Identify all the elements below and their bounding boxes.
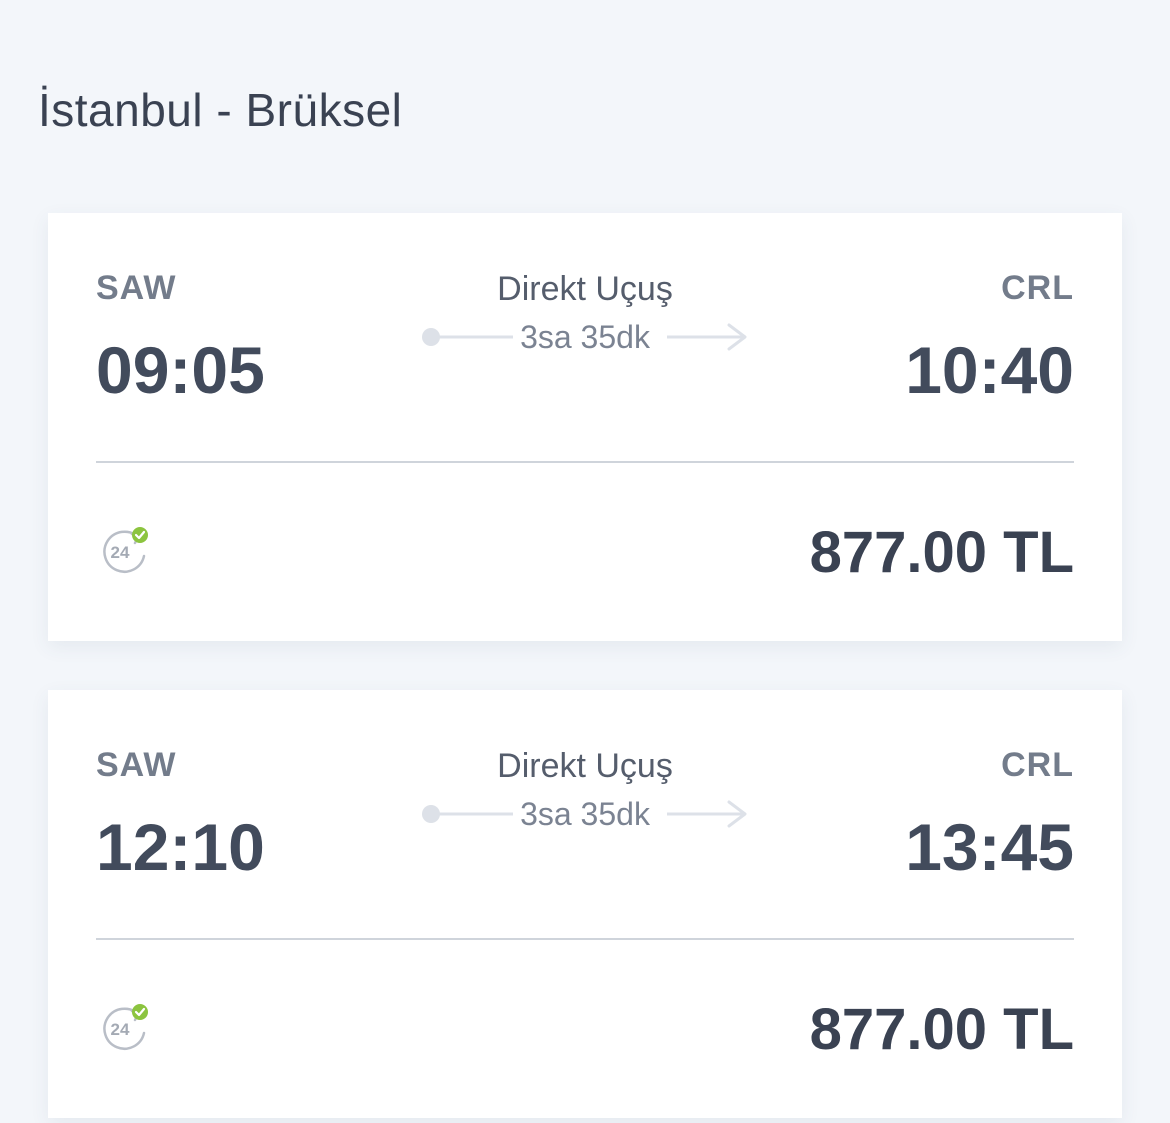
duration-indicator: 3sa 35dk	[421, 792, 749, 836]
svg-text:24: 24	[111, 1020, 130, 1039]
route-title: İstanbul - Brüksel	[38, 84, 403, 136]
arrival-time: 10:40	[905, 333, 1074, 407]
24h-refund-icon: 24	[98, 523, 154, 579]
duration-indicator: 3sa 35dk	[421, 315, 749, 359]
flight-type-label: Direkt Uçuş	[497, 270, 673, 308]
flight-price: 877.00 TL	[809, 520, 1074, 585]
svg-text:24: 24	[111, 543, 130, 562]
flight-card[interactable]: SAW 09:05 Direkt Uçuş 3sa 35dk CRL 10:40…	[48, 213, 1122, 641]
flight-card[interactable]: SAW 12:10 Direkt Uçuş 3sa 35dk CRL 13:45…	[48, 690, 1122, 1118]
arrival-time: 13:45	[905, 810, 1074, 884]
flight-price: 877.00 TL	[809, 997, 1074, 1062]
card-divider	[96, 938, 1074, 940]
arrival-airport-code: CRL	[1001, 269, 1074, 307]
flight-duration: 3sa 35dk	[520, 319, 650, 355]
card-divider	[96, 461, 1074, 463]
24h-refund-icon: 24	[98, 1000, 154, 1056]
flight-results-page: İstanbul - Brüksel SAW 09:05 Direkt Uçuş…	[0, 0, 1170, 1123]
departure-time: 09:05	[96, 333, 265, 407]
flight-type-label: Direkt Uçuş	[497, 747, 673, 785]
flight-duration: 3sa 35dk	[520, 796, 650, 832]
departure-time: 12:10	[96, 810, 265, 884]
arrival-airport-code: CRL	[1001, 746, 1074, 784]
